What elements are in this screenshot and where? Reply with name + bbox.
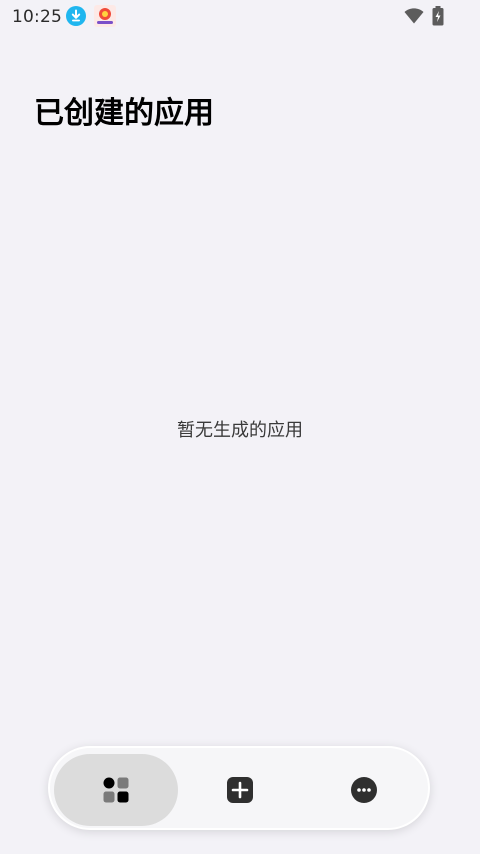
empty-state-message: 暂无生成的应用 xyxy=(177,420,303,441)
page-title: 已创建的应用 xyxy=(34,96,214,131)
battery-charging-icon xyxy=(432,6,444,26)
nav-create-tab[interactable] xyxy=(178,754,302,826)
plus-square-icon xyxy=(227,777,253,803)
status-time: 10:25 xyxy=(12,7,62,27)
more-dots-icon xyxy=(351,777,377,803)
nav-apps-tab[interactable] xyxy=(54,754,178,826)
download-notification-icon xyxy=(66,6,86,26)
status-bar: 10:25 xyxy=(0,0,480,32)
apps-grid-icon xyxy=(103,777,129,803)
app-notification-icon xyxy=(94,5,116,27)
nav-more-tab[interactable] xyxy=(302,754,426,826)
bottom-navigation-bar xyxy=(48,746,430,830)
wifi-icon xyxy=(404,8,424,24)
